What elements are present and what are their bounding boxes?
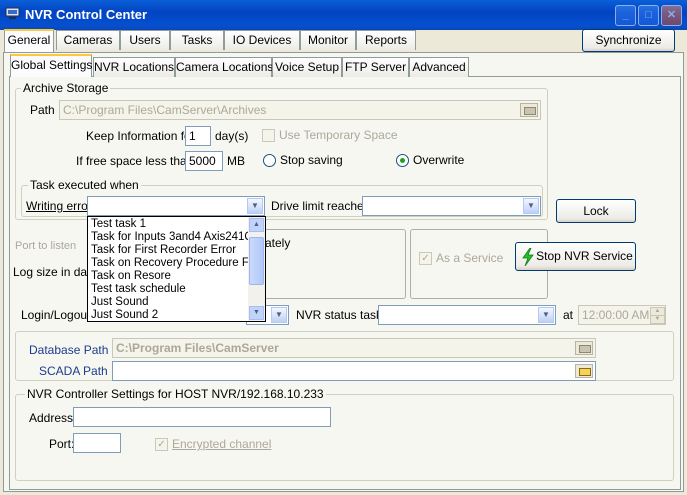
- list-item[interactable]: Task on Recovery Procedure Fai: [91, 257, 258, 270]
- temp-space-label: Use Temporary Space: [279, 128, 398, 142]
- keep-info-label: Keep Information for: [86, 129, 195, 143]
- temp-space-checkbox[interactable]: [262, 129, 275, 142]
- database-path-label: Database Path: [29, 343, 109, 357]
- as-service-label: As a Service: [436, 251, 504, 265]
- minimize-button[interactable]: _: [615, 5, 636, 26]
- window-title: NVR Control Center: [25, 7, 148, 22]
- tab-camera-locations[interactable]: Camera Locations: [175, 57, 273, 77]
- writing-error-select[interactable]: ▼: [87, 196, 265, 216]
- archive-path-value: C:\Program Files\CamServer\Archives: [63, 103, 267, 117]
- tab-voice-setup[interactable]: Voice Setup: [272, 57, 342, 77]
- nvr-status-dropdown-icon[interactable]: ▼: [538, 307, 554, 323]
- free-space-label: If free space less than: [76, 154, 194, 168]
- list-item[interactable]: Task on Resore: [91, 270, 171, 283]
- tab-global-settings[interactable]: Global Settings: [10, 54, 92, 77]
- database-folder-browse-icon[interactable]: [575, 341, 593, 355]
- stop-saving-label: Stop saving: [280, 153, 343, 167]
- tab-monitor[interactable]: Monitor: [300, 30, 356, 50]
- as-service-checkbox[interactable]: ✓: [419, 252, 432, 265]
- writing-error-dropdown-list[interactable]: Test task 1 Task for Inputs 3and4 Axis24…: [87, 216, 266, 322]
- scroll-up-icon[interactable]: ▲: [249, 218, 264, 232]
- nvr-controller-legend: NVR Controller Settings for HOST NVR/192…: [25, 387, 326, 401]
- scada-path-label: SCADA Path: [39, 364, 108, 378]
- stop-nvr-service-label: Stop NVR Service: [536, 249, 633, 263]
- login-logout-dropdown-icon[interactable]: ▼: [271, 307, 287, 323]
- address-label: Address:: [29, 411, 77, 425]
- nvr-status-task-label: NVR status task:: [296, 308, 386, 322]
- time-picker[interactable]: 12:00:00 AM ▲ ▼: [578, 305, 666, 325]
- synchronize-button[interactable]: Synchronize: [582, 29, 675, 52]
- scada-folder-browse-icon[interactable]: [575, 364, 593, 378]
- partial-label: ately: [265, 236, 291, 250]
- archive-folder-browse-icon[interactable]: [520, 103, 538, 117]
- tab-nvr-locations[interactable]: NVR Locations: [93, 57, 175, 77]
- tab-advanced[interactable]: Advanced: [409, 57, 469, 77]
- dropdown-scrollbar[interactable]: ▲ ▼: [248, 217, 265, 321]
- free-space-input[interactable]: 5000: [185, 151, 223, 171]
- list-item[interactable]: Task for First Recorder Error: [91, 244, 236, 257]
- list-item[interactable]: Test task schedule: [91, 283, 186, 296]
- tab-ftp-server[interactable]: FTP Server: [342, 57, 409, 77]
- tab-io-devices[interactable]: IO Devices: [224, 30, 300, 50]
- database-path-value: C:\Program Files\CamServer: [116, 341, 279, 355]
- maximize-button[interactable]: □: [638, 5, 659, 26]
- stop-saving-radio[interactable]: [263, 154, 276, 167]
- task-executed-legend: Task executed when: [28, 178, 141, 192]
- scada-path-field[interactable]: [112, 361, 596, 381]
- encrypted-label: Encrypted channel: [172, 437, 272, 451]
- scroll-thumb[interactable]: [249, 237, 264, 285]
- time-value: 12:00:00 AM: [582, 308, 650, 322]
- list-item[interactable]: Task for Inputs 3and4 Axis241Q: [91, 231, 253, 244]
- free-space-unit: MB: [227, 154, 245, 168]
- keep-days-unit: day(s): [215, 129, 249, 143]
- login-logout-label: Login/Logout: [21, 308, 91, 322]
- drive-limit-dropdown-icon[interactable]: ▼: [523, 198, 539, 214]
- stop-nvr-service-button[interactable]: Stop NVR Service: [515, 242, 636, 271]
- tab-reports[interactable]: Reports: [356, 30, 416, 50]
- lightning-icon: [522, 248, 534, 266]
- list-item[interactable]: Just Sound: [91, 296, 149, 309]
- scroll-down-icon[interactable]: ▼: [249, 306, 264, 320]
- writing-error-label: Writing error:: [26, 199, 96, 213]
- overwrite-label: Overwrite: [413, 153, 465, 167]
- nvr-status-task-select[interactable]: ▼: [378, 305, 556, 325]
- port-input[interactable]: [73, 433, 121, 453]
- database-path-field[interactable]: C:\Program Files\CamServer: [112, 338, 596, 358]
- drive-limit-select[interactable]: ▼: [362, 196, 541, 216]
- list-item[interactable]: Just Sound 2: [91, 309, 158, 322]
- tab-general[interactable]: General: [4, 29, 54, 52]
- at-label: at: [563, 308, 574, 322]
- port-label: Port:: [49, 437, 75, 451]
- lock-button[interactable]: Lock: [556, 199, 636, 223]
- writing-error-dropdown-icon[interactable]: ▼: [247, 198, 263, 214]
- encrypted-checkbox[interactable]: ✓: [155, 438, 168, 451]
- time-down-icon[interactable]: ▼: [650, 315, 665, 324]
- address-input[interactable]: [73, 407, 331, 427]
- drive-limit-label: Drive limit reached:: [271, 199, 374, 213]
- port-to-listen-label: Port to listen: [15, 240, 77, 252]
- list-item[interactable]: Test task 1: [91, 218, 146, 231]
- archive-storage-legend: Archive Storage: [21, 81, 111, 95]
- tab-users[interactable]: Users: [120, 30, 170, 50]
- tab-cameras[interactable]: Cameras: [56, 30, 120, 50]
- keep-days-input[interactable]: 1: [185, 126, 211, 146]
- close-button[interactable]: ✕: [661, 5, 682, 26]
- archive-path-field[interactable]: C:\Program Files\CamServer\Archives: [59, 100, 541, 120]
- app-icon: [5, 7, 20, 19]
- tab-tasks[interactable]: Tasks: [170, 30, 224, 50]
- path-label: Path: [30, 103, 55, 117]
- overwrite-radio[interactable]: [396, 154, 409, 167]
